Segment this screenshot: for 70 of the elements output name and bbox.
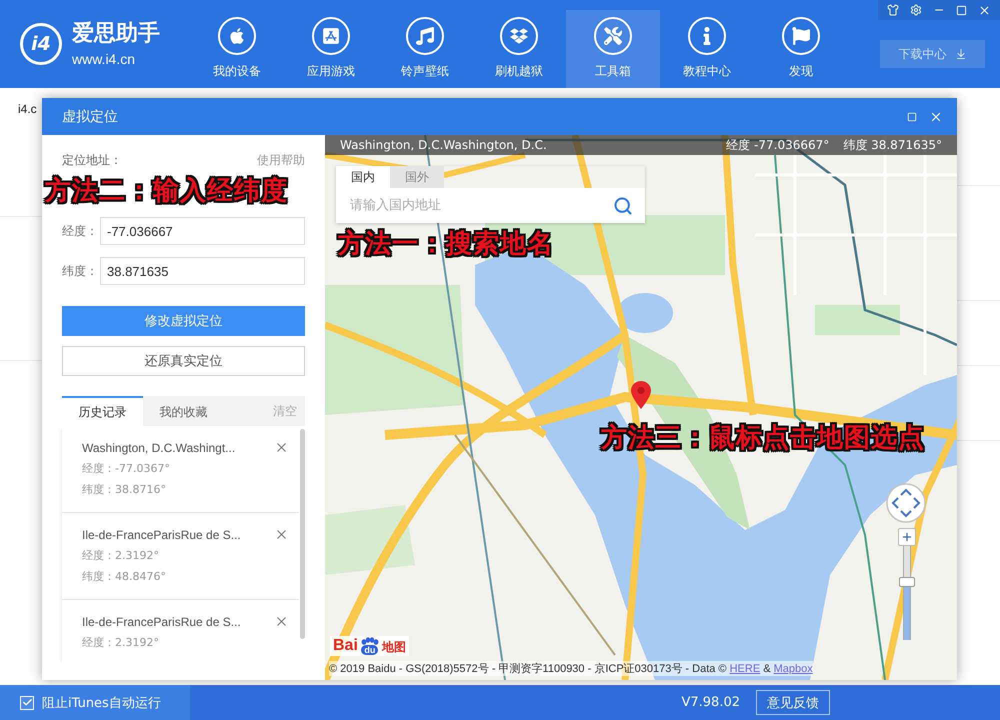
zoom-slider-thumb[interactable] xyxy=(899,577,915,588)
history-title[interactable]: Ile-de-FranceParisRue de S... xyxy=(82,612,274,632)
logo-text: 地图 xyxy=(382,639,406,655)
feedback-button[interactable]: 意见反馈 xyxy=(756,690,830,715)
app-store-icon xyxy=(312,17,350,55)
field-label: 经度： xyxy=(62,222,99,240)
history-latitude: 纬度：48.8476° xyxy=(82,569,167,585)
download-icon xyxy=(954,48,966,60)
copyright-text: © 2019 Baidu - GS(2018)5572号 - 甲测资字1100930 - 京ICP证030173号 - Data © HERE & Mapbox xyxy=(329,661,813,676)
help-link[interactable]: 使用帮助 xyxy=(257,152,305,168)
box-icon xyxy=(500,17,538,55)
nav-tab[interactable]: 教程中心 xyxy=(660,10,754,88)
plus-icon xyxy=(901,531,913,543)
region-tab[interactable]: 国外 xyxy=(390,166,444,188)
search-icon xyxy=(613,196,633,216)
app-url: www.i4.cn xyxy=(72,51,136,67)
logo-mark: i4 xyxy=(20,23,62,65)
zoom-in-button[interactable] xyxy=(898,528,916,546)
coordinate-input[interactable]: -77.036667 xyxy=(100,217,305,245)
annotation-text: 方法二：输入经纬度 xyxy=(44,175,289,207)
pan-arrows-icon[interactable] xyxy=(886,483,926,523)
nav-tab[interactable]: 发现 xyxy=(754,10,848,88)
place-name: Washington, D.C.Washington, D.C. xyxy=(340,138,547,152)
field-label: 纬度： xyxy=(62,262,99,280)
list-tab[interactable]: 我的收藏 xyxy=(143,396,224,426)
logo-text: du xyxy=(361,645,378,655)
history-longitude: 经度：2.3192° xyxy=(82,548,160,564)
latitude-reading: 纬度 38.871635° xyxy=(843,136,942,154)
list-tab[interactable]: 历史记录 xyxy=(62,396,143,426)
settings-icon[interactable] xyxy=(910,4,922,16)
history-longitude: 经度：2.3192° xyxy=(82,635,160,651)
longitude-reading: 经度 -77.036667° xyxy=(726,136,830,154)
history-longitude: 经度：-77.0367° xyxy=(82,461,171,477)
search-field[interactable]: 请输入国内地址 xyxy=(336,188,601,223)
scrollbar[interactable] xyxy=(300,429,305,639)
app-name: 爱思助手 xyxy=(72,21,160,47)
close-icon[interactable] xyxy=(978,4,991,16)
music-note-icon xyxy=(406,17,444,55)
apply-location-button[interactable]: 修改虚拟定位 xyxy=(62,306,305,336)
flag-icon xyxy=(782,17,820,55)
tick-icon xyxy=(22,697,32,708)
logo-text: Bai xyxy=(333,637,358,655)
region-tab[interactable]: 国内 xyxy=(336,166,390,188)
checkbox[interactable] xyxy=(20,696,34,710)
maximize-icon[interactable] xyxy=(907,112,917,122)
dialog-title: 虚拟定位 xyxy=(62,108,118,126)
nav-tab[interactable]: 工具箱 xyxy=(566,10,660,88)
address-label: 定位地址： xyxy=(62,152,122,168)
tools-icon xyxy=(594,17,632,55)
paw-icon xyxy=(360,637,379,645)
search-button[interactable] xyxy=(601,188,645,223)
apple-icon xyxy=(218,17,256,55)
nav-tab[interactable]: 我的设备 xyxy=(190,10,284,88)
restore-location-button[interactable]: 还原真实定位 xyxy=(62,346,305,376)
coordinate-input[interactable]: 38.871635 xyxy=(100,257,305,285)
version-text: V7.98.02 xyxy=(681,695,740,710)
shirt-icon[interactable] xyxy=(887,4,900,16)
history-title[interactable]: Ile-de-FranceParisRue de S... xyxy=(82,525,274,545)
maximize-icon[interactable] xyxy=(956,4,967,16)
map-pin-icon xyxy=(631,381,651,409)
nav-tab[interactable]: 刷机越狱 xyxy=(472,10,566,88)
data-source-link[interactable]: Mapbox xyxy=(774,663,813,675)
info-icon xyxy=(688,17,726,55)
download-center-button[interactable]: 下载中心 xyxy=(880,40,985,68)
tab-title: i4.c xyxy=(17,101,38,116)
history-latitude: 纬度：38.8716° xyxy=(82,482,167,498)
nav-tab[interactable]: 铃声壁纸 xyxy=(378,10,472,88)
history-title[interactable]: Washington, D.C.Washingt... xyxy=(82,438,274,458)
data-source-link[interactable]: HERE xyxy=(730,663,760,675)
nav-tab[interactable]: 应用游戏 xyxy=(284,10,378,88)
